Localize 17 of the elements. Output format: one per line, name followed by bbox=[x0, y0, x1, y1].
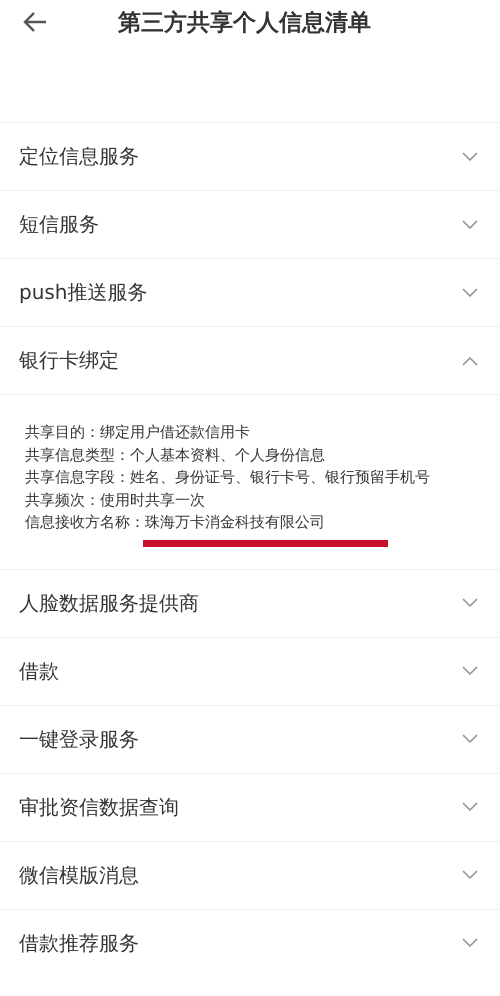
chevron-down-icon bbox=[462, 220, 478, 230]
chevron-down-icon bbox=[462, 938, 478, 948]
chevron-up-icon bbox=[462, 356, 478, 366]
detail-text: 共享频次：使用时共享一次 bbox=[25, 490, 206, 510]
page-title: 第三方共享个人信息清单 bbox=[118, 8, 371, 38]
detail-text: 共享信息类型：个人基本资料、个人身份信息 bbox=[25, 444, 326, 466]
chevron-down-icon bbox=[462, 666, 478, 676]
chevron-down-icon bbox=[462, 152, 478, 162]
chevron-down-icon bbox=[462, 598, 478, 608]
detail-text: 信息接收方名称：珠海万卡消金科技有限公司 bbox=[25, 512, 326, 533]
chevron-down-icon bbox=[462, 288, 478, 298]
detail-text: 共享目的：绑定用户借还款信用卡 bbox=[25, 422, 251, 443]
chevron-down-icon bbox=[462, 802, 478, 812]
chevron-down-icon bbox=[462, 870, 478, 880]
detail-text: 共享信息字段：姓名、身份证号、银行卡号、银行预留手机号 bbox=[25, 467, 431, 488]
chevron-down-icon bbox=[462, 734, 478, 744]
back-arrow-icon[interactable] bbox=[22, 11, 48, 33]
